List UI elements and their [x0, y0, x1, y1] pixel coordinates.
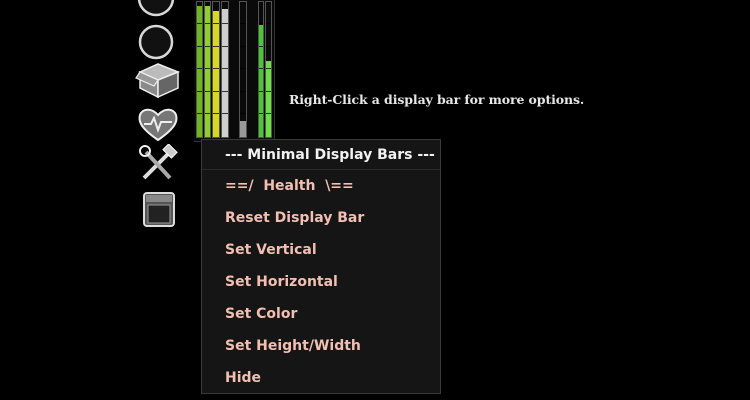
- display-bar-tick: [213, 113, 219, 114]
- display-bar-tick: [197, 91, 202, 92]
- display-bar-tick: [213, 68, 219, 69]
- display-bar-bar-4[interactable]: [221, 1, 229, 138]
- display-bar-fill: [213, 11, 219, 137]
- menu-item-health-header[interactable]: ==/ Health \==: [202, 170, 440, 202]
- display-bar-bar-5[interactable]: [239, 1, 247, 138]
- display-bar-tick: [222, 113, 228, 114]
- display-bar-tick: [266, 68, 271, 69]
- display-bar-health[interactable]: [196, 1, 203, 138]
- display-bar-tick: [222, 46, 228, 47]
- display-bar-tick: [205, 23, 210, 24]
- display-bar-tick: [222, 91, 228, 92]
- display-bar-fill: [259, 25, 263, 137]
- display-bar-tick: [266, 23, 271, 24]
- display-bar-tick: [240, 46, 246, 47]
- context-menu: --- Minimal Display Bars --- ==/ Health …: [201, 139, 441, 394]
- display-bar-tick: [205, 113, 210, 114]
- display-bar-tick: [240, 113, 246, 114]
- display-bar-tick: [259, 23, 263, 24]
- display-bar-bar-2[interactable]: [204, 1, 211, 138]
- menu-item-reset-display-bar[interactable]: Reset Display Bar: [202, 202, 440, 234]
- display-bar-fill: [222, 9, 228, 137]
- stove-icon[interactable]: [134, 190, 182, 230]
- menu-item-set-vertical[interactable]: Set Vertical: [202, 234, 440, 266]
- display-bar-tick: [266, 113, 271, 114]
- menu-item-set-color[interactable]: Set Color: [202, 298, 440, 330]
- display-bar-tick: [240, 68, 246, 69]
- display-bar-tick: [240, 23, 246, 24]
- display-bar-tick: [197, 23, 202, 24]
- display-bar-tick: [266, 91, 271, 92]
- display-bars-panel[interactable]: [194, 0, 275, 142]
- display-bar-tick: [213, 23, 219, 24]
- display-bar-tick: [259, 91, 263, 92]
- inventory-box-icon[interactable]: [134, 60, 182, 100]
- crafting-tools-icon[interactable]: [134, 144, 182, 184]
- hint-text: Right-Click a display bar for more optio…: [289, 92, 585, 107]
- health-heart-icon[interactable]: [134, 104, 182, 144]
- display-bar-tick: [259, 68, 263, 69]
- display-bar-tick: [213, 46, 219, 47]
- display-bar-bar-6[interactable]: [258, 1, 264, 138]
- display-bar-tick: [222, 23, 228, 24]
- display-bar-fill: [197, 6, 202, 137]
- menu-title: --- Minimal Display Bars ---: [202, 140, 440, 170]
- display-bar-tick: [259, 113, 263, 114]
- display-bar-tick: [205, 68, 210, 69]
- display-bar-tick: [266, 46, 271, 47]
- menu-item-hide[interactable]: Hide: [202, 362, 440, 394]
- display-bar-tick: [205, 46, 210, 47]
- display-bar-bar-3[interactable]: [212, 1, 220, 138]
- menu-item-set-horizontal[interactable]: Set Horizontal: [202, 266, 440, 298]
- display-bar-tick: [259, 46, 263, 47]
- display-bar-fill: [240, 121, 246, 137]
- circle-button-top-icon[interactable]: [134, 0, 182, 18]
- display-bar-tick: [222, 68, 228, 69]
- display-bar-fill: [205, 6, 210, 137]
- circle-button-icon[interactable]: [134, 22, 182, 62]
- display-bar-tick: [197, 46, 202, 47]
- display-bar-fill: [266, 61, 271, 137]
- display-bar-tick: [197, 113, 202, 114]
- display-bar-tick: [240, 91, 246, 92]
- display-bar-tick: [197, 68, 202, 69]
- display-bar-bar-7[interactable]: [265, 1, 272, 138]
- display-bar-tick: [205, 91, 210, 92]
- display-bar-tick: [213, 91, 219, 92]
- menu-item-set-height-width[interactable]: Set Height/Width: [202, 330, 440, 362]
- toolbar-icon-column: [134, 0, 184, 230]
